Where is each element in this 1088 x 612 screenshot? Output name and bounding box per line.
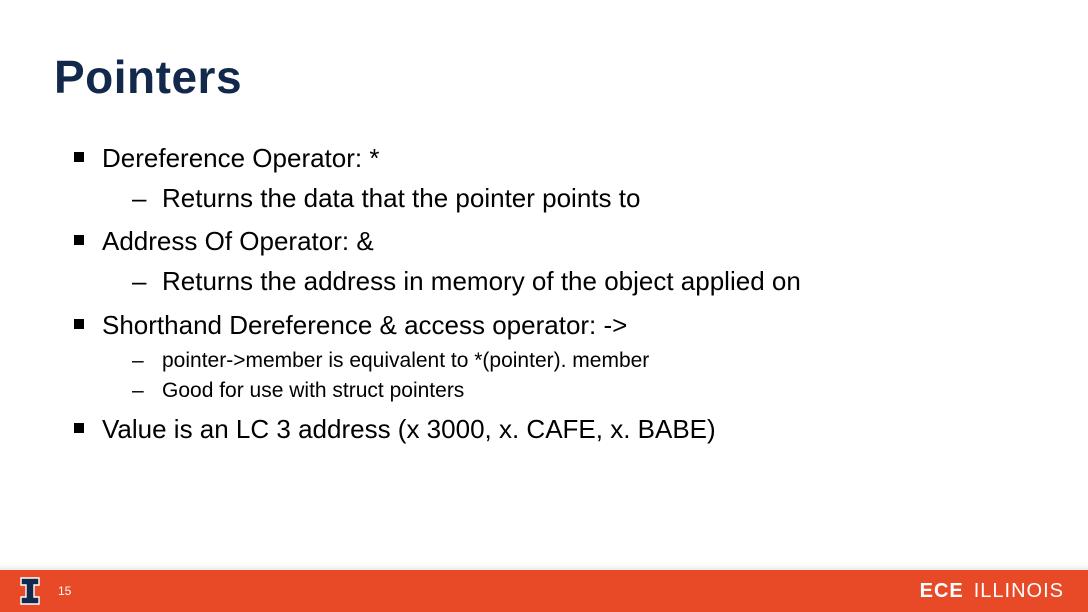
page-number: 15 — [58, 584, 71, 598]
sub-item: Returns the address in memory of the obj… — [132, 263, 1048, 301]
bullet-text: Shorthand Dereference & access operator:… — [102, 310, 627, 340]
logo-ece: ECE — [920, 580, 964, 603]
slide-title: Pointers — [54, 50, 242, 104]
bullet-item: Value is an LC 3 address (x 3000, x. CAF… — [68, 411, 1048, 449]
slide-body: Dereference Operator: * Returns the data… — [68, 140, 1048, 451]
bullet-item: Shorthand Dereference & access operator:… — [68, 307, 1048, 405]
bullet-list: Dereference Operator: * Returns the data… — [68, 140, 1048, 449]
bullet-item: Address Of Operator: & Returns the addre… — [68, 223, 1048, 300]
bullet-text: Address Of Operator: & — [102, 226, 374, 256]
bullet-item: Dereference Operator: * Returns the data… — [68, 140, 1048, 217]
footer-bar: 15 ECE ILLINOIS — [0, 570, 1088, 612]
footer-left: 15 — [20, 577, 71, 605]
illinois-block-i-icon — [20, 577, 40, 605]
sub-item: Good for use with struct pointers — [132, 376, 1048, 405]
bullet-text: Value is an LC 3 address (x 3000, x. CAF… — [102, 414, 716, 444]
sub-list: Returns the data that the pointer points… — [102, 180, 1048, 218]
sub-list: Returns the address in memory of the obj… — [102, 263, 1048, 301]
logo-illinois: ILLINOIS — [974, 580, 1064, 603]
slide: Pointers Dereference Operator: * Returns… — [0, 0, 1088, 612]
ece-illinois-logo: ECE ILLINOIS — [920, 580, 1064, 603]
sub-list: pointer->member is equivalent to *(point… — [102, 346, 1048, 405]
sub-item: Returns the data that the pointer points… — [132, 180, 1048, 218]
bullet-text: Dereference Operator: * — [102, 143, 379, 173]
footer: 15 ECE ILLINOIS — [0, 566, 1088, 612]
sub-item: pointer->member is equivalent to *(point… — [132, 346, 1048, 375]
